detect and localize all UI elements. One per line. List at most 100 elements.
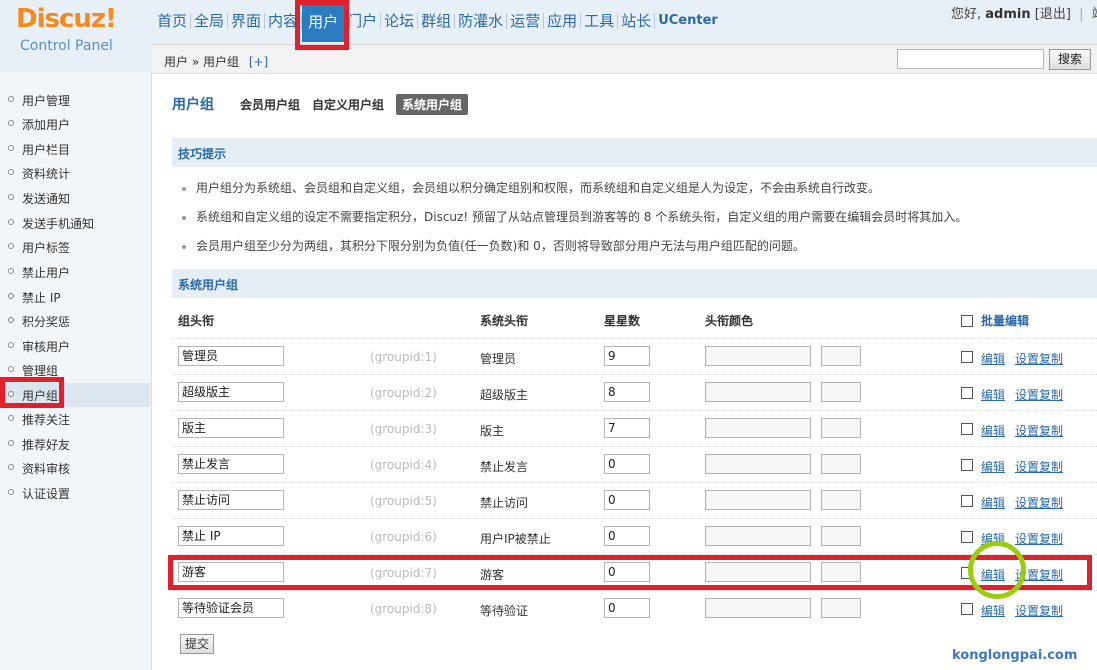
sidebar-item-add-user[interactable]: 添加用户 bbox=[0, 112, 150, 136]
stars-input[interactable]: 0 bbox=[604, 526, 650, 546]
nav-tools[interactable]: 工具 bbox=[581, 13, 619, 29]
stars-input[interactable]: 8 bbox=[604, 382, 650, 402]
color-input[interactable] bbox=[705, 598, 811, 618]
color-picker-swatch[interactable] bbox=[821, 382, 861, 402]
stars-input[interactable]: 0 bbox=[604, 490, 650, 510]
sidebar-item-label: 禁止 IP bbox=[22, 291, 61, 305]
color-input[interactable] bbox=[705, 382, 811, 402]
tips-title: 技巧提示 bbox=[178, 147, 227, 161]
group-title-input[interactable]: 禁止 IP bbox=[178, 526, 284, 546]
sidebar-item-send-sms[interactable]: 发送手机通知 bbox=[0, 211, 150, 235]
color-input[interactable] bbox=[705, 490, 811, 510]
group-id-label: (groupid:2) bbox=[370, 386, 437, 400]
edit-link[interactable]: 编辑 bbox=[981, 386, 1005, 403]
tab-system-groups[interactable]: 系统用户组 bbox=[396, 93, 469, 115]
color-input[interactable] bbox=[705, 418, 811, 438]
nav-apps[interactable]: 应用 bbox=[544, 13, 582, 29]
system-title-label: 用户IP被禁止 bbox=[480, 532, 551, 546]
nav-group[interactable]: 群组 bbox=[418, 13, 456, 29]
stars-input[interactable]: 7 bbox=[604, 418, 650, 438]
sidebar-item-ban-user[interactable]: 禁止用户 bbox=[0, 260, 150, 284]
color-picker-swatch[interactable] bbox=[821, 526, 861, 546]
edit-link[interactable]: 编辑 bbox=[981, 350, 1005, 367]
sidebar-item-label: 推荐好友 bbox=[22, 438, 71, 452]
color-input[interactable] bbox=[705, 526, 811, 546]
nav-operation[interactable]: 运营 bbox=[507, 13, 545, 29]
group-title-input[interactable]: 版主 bbox=[178, 418, 284, 438]
nav-antispam[interactable]: 防灌水 bbox=[455, 13, 508, 29]
edit-link[interactable]: 编辑 bbox=[981, 602, 1005, 619]
nav-style[interactable]: 界面 bbox=[228, 13, 266, 29]
group-title-input[interactable]: 管理员 bbox=[178, 346, 284, 366]
color-picker-swatch[interactable] bbox=[821, 418, 861, 438]
sidebar-item-label: 认证设置 bbox=[22, 487, 71, 501]
group-title-input[interactable]: 等待验证会员 bbox=[178, 598, 284, 618]
row-checkbox[interactable] bbox=[961, 531, 973, 543]
nav-portal[interactable]: 门户 bbox=[344, 13, 382, 29]
tip-text: 会员用户组至少分为两组，其积分下限分别为负值(任一负数)和 0，否则将导致部分用… bbox=[196, 239, 805, 253]
sidebar-item-user-tags[interactable]: 用户标签 bbox=[0, 235, 150, 259]
group-id-label: (groupid:3) bbox=[370, 422, 437, 436]
group-title-input[interactable]: 超级版主 bbox=[178, 382, 284, 402]
sidebar-item-user-manage[interactable]: 用户管理 bbox=[0, 88, 150, 112]
nav-forum[interactable]: 论坛 bbox=[381, 13, 419, 29]
copy-settings-link[interactable]: 设置复制 bbox=[1015, 530, 1063, 547]
sidebar-item-profile-audit[interactable]: 资料审核 bbox=[0, 456, 150, 480]
logo[interactable]: Discuz! Control Panel bbox=[0, 0, 152, 72]
sidebar-item-recommend-friends[interactable]: 推荐好友 bbox=[0, 432, 150, 456]
tab-member-groups[interactable]: 会员用户组 bbox=[240, 96, 300, 113]
edit-link[interactable]: 编辑 bbox=[981, 458, 1005, 475]
copy-settings-link[interactable]: 设置复制 bbox=[1015, 422, 1063, 439]
nav-global[interactable]: 全局 bbox=[191, 13, 229, 29]
tip-line: 会员用户组至少分为两组，其积分下限分别为负值(任一负数)和 0，否则将导致部分用… bbox=[182, 237, 805, 254]
row-checkbox[interactable] bbox=[961, 459, 973, 471]
tab-custom-groups[interactable]: 自定义用户组 bbox=[312, 96, 384, 113]
select-all-checkbox[interactable] bbox=[961, 315, 973, 327]
color-picker-swatch[interactable] bbox=[821, 454, 861, 474]
sidebar-item-user-fields[interactable]: 用户栏目 bbox=[0, 137, 150, 161]
search-button[interactable]: 搜索 bbox=[1049, 49, 1091, 70]
copy-settings-link[interactable]: 设置复制 bbox=[1015, 458, 1063, 475]
submit-button[interactable]: 提交 bbox=[180, 634, 214, 654]
color-input[interactable] bbox=[705, 346, 811, 366]
sidebar-item-audit-users[interactable]: 审核用户 bbox=[0, 334, 150, 358]
edit-link[interactable]: 编辑 bbox=[981, 422, 1005, 439]
bullet-icon bbox=[8, 169, 14, 175]
sidebar-item-recommend-follow[interactable]: 推荐关注 bbox=[0, 407, 150, 431]
edit-link[interactable]: 编辑 bbox=[981, 494, 1005, 511]
color-picker-swatch[interactable] bbox=[821, 490, 861, 510]
stars-input[interactable]: 0 bbox=[604, 598, 650, 618]
row-checkbox[interactable] bbox=[961, 351, 973, 363]
stars-input[interactable]: 9 bbox=[604, 346, 650, 366]
row-checkbox[interactable] bbox=[961, 495, 973, 507]
sub-bar: 用户 » 用户组 [+] 搜索 bbox=[152, 44, 1097, 74]
nav-ucenter[interactable]: UCenter bbox=[655, 13, 721, 29]
sidebar-item-verify-settings[interactable]: 认证设置 bbox=[0, 481, 150, 505]
row-checkbox[interactable] bbox=[961, 423, 973, 435]
sidebar-item-ban-ip[interactable]: 禁止 IP bbox=[0, 285, 150, 309]
batch-edit-label[interactable]: 批量编辑 bbox=[981, 312, 1029, 329]
sidebar-item-profile-stats[interactable]: 资料统计 bbox=[0, 161, 150, 185]
nav-home[interactable]: 首页 bbox=[154, 13, 192, 29]
stars-input[interactable]: 0 bbox=[604, 454, 650, 474]
group-title-input[interactable]: 禁止发言 bbox=[178, 454, 284, 474]
color-picker-swatch[interactable] bbox=[821, 598, 861, 618]
copy-settings-link[interactable]: 设置复制 bbox=[1015, 386, 1063, 403]
add-shortcut-link[interactable]: [+] bbox=[249, 55, 268, 69]
copy-settings-link[interactable]: 设置复制 bbox=[1015, 350, 1063, 367]
highlight-box-nav-user bbox=[295, 0, 349, 50]
row-checkbox[interactable] bbox=[961, 603, 973, 615]
sidebar-item-credits[interactable]: 积分奖惩 bbox=[0, 309, 150, 333]
nav-founder[interactable]: 站长 bbox=[618, 13, 656, 29]
copy-settings-link[interactable]: 设置复制 bbox=[1015, 494, 1063, 511]
color-picker-swatch[interactable] bbox=[821, 346, 861, 366]
group-title-input[interactable]: 禁止访问 bbox=[178, 490, 284, 510]
search-input[interactable] bbox=[897, 49, 1044, 69]
row-checkbox[interactable] bbox=[961, 387, 973, 399]
sidebar-item-send-notice[interactable]: 发送通知 bbox=[0, 186, 150, 210]
site-link[interactable]: 站 bbox=[1092, 7, 1097, 22]
group-id-label: (groupid:6) bbox=[370, 530, 437, 544]
logout-link[interactable]: [退出] bbox=[1035, 7, 1071, 22]
copy-settings-link[interactable]: 设置复制 bbox=[1015, 602, 1063, 619]
color-input[interactable] bbox=[705, 454, 811, 474]
